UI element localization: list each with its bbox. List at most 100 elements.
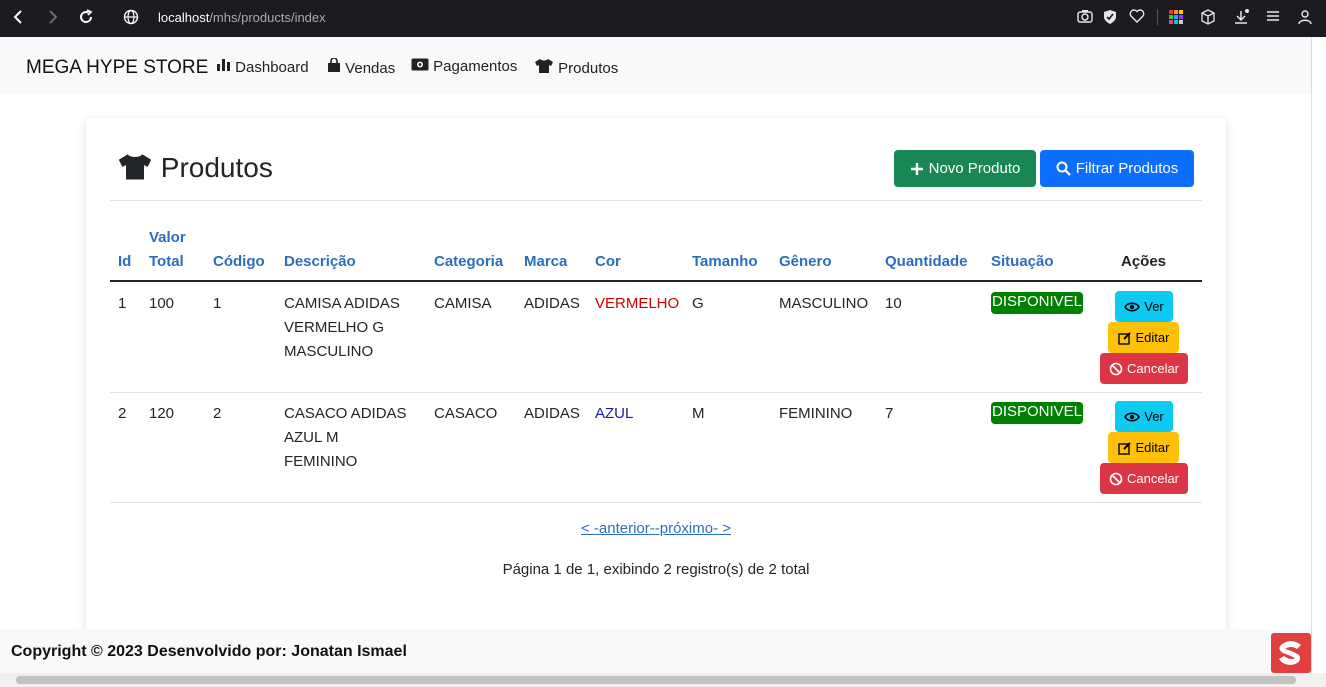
menu-icon[interactable]: [1266, 9, 1280, 26]
cell-tamanho: M: [692, 405, 705, 422]
nav-item-label: Produtos: [558, 60, 619, 77]
row-divider: [110, 502, 1202, 503]
search-icon: [1056, 161, 1071, 176]
screenshot-icon[interactable]: [1077, 9, 1093, 26]
cell-genero: FEMININO: [779, 405, 853, 422]
filter-products-button[interactable]: Filtrar Produtos: [1040, 150, 1194, 187]
main-navbar: MEGA HYPE STORE Dashboard Vendas Pagamen…: [0, 37, 1311, 94]
col-categoria[interactable]: Categoria: [434, 250, 503, 274]
edit-label: Editar: [1135, 440, 1170, 455]
status-badge: DISPONIVEL: [991, 292, 1084, 314]
col-quantidade[interactable]: Quantidade: [885, 250, 968, 274]
app-logo-icon[interactable]: [1271, 633, 1311, 673]
footer-copyright: Copyright © 2023 Desenvolvido por: Jonat…: [11, 643, 407, 660]
divider-icon: [1157, 9, 1159, 28]
cell-descricao-2: VERMELHO G: [284, 319, 385, 336]
cell-quantidade: 7: [885, 405, 894, 422]
cell-tamanho: G: [692, 295, 704, 312]
forward-icon[interactable]: [45, 9, 59, 30]
eye-icon: [1124, 412, 1141, 421]
cancel-button[interactable]: Cancelar: [1100, 353, 1188, 384]
address-bar[interactable]: localhost/mhs/products/index: [158, 10, 326, 25]
url-path: /mhs/products/index: [209, 10, 326, 25]
account-icon[interactable]: [1298, 9, 1312, 28]
edit-button[interactable]: Editar: [1108, 322, 1179, 353]
cell-id: 1: [118, 295, 127, 312]
plus-icon: [910, 162, 923, 175]
cancel-button[interactable]: Cancelar: [1100, 463, 1188, 494]
cell-descricao-1: CASACO ADIDAS: [284, 405, 407, 422]
vertical-scrollbar[interactable]: [1311, 37, 1326, 673]
cancel-label: Cancelar: [1126, 361, 1180, 376]
page-viewport: MEGA HYPE STORE Dashboard Vendas Pagamen…: [0, 37, 1311, 687]
cell-cor: AZUL: [595, 405, 634, 422]
view-button[interactable]: Ver: [1115, 401, 1173, 432]
nav-item-label: Dashboard: [235, 59, 309, 76]
horizontal-scrollbar[interactable]: [0, 673, 1326, 687]
col-acoes: Ações: [1121, 253, 1167, 270]
header-divider: [110, 280, 1202, 282]
nav-item-dashboard[interactable]: Dashboard: [216, 58, 309, 76]
cell-genero: MASCULINO: [779, 295, 869, 312]
col-marca[interactable]: Marca: [524, 250, 567, 274]
nav-item-label: Vendas: [345, 60, 396, 77]
cancel-label: Cancelar: [1126, 471, 1180, 486]
bar-chart-icon: [217, 59, 230, 71]
shirt-icon: [535, 59, 553, 73]
title-divider: [110, 200, 1202, 201]
status-badge: DISPONIVEL: [991, 402, 1084, 424]
products-card: Produtos Novo Produto Filtrar Produtos I…: [86, 118, 1226, 638]
back-icon[interactable]: [12, 9, 26, 30]
col-descricao[interactable]: Descrição: [284, 250, 356, 274]
cell-quantidade: 10: [885, 295, 902, 312]
browser-toolbar: localhost/mhs/products/index: [0, 0, 1326, 37]
col-cor[interactable]: Cor: [595, 250, 621, 274]
brand-logo[interactable]: MEGA HYPE STORE: [26, 57, 208, 79]
col-tamanho[interactable]: Tamanho: [692, 250, 758, 274]
cell-descricao-3: FEMININO: [284, 453, 358, 470]
edit-button[interactable]: Editar: [1108, 432, 1179, 463]
page-title: Produtos: [117, 151, 273, 184]
download-icon[interactable]: [1233, 9, 1249, 28]
col-genero[interactable]: Gênero: [779, 250, 832, 274]
cell-id: 2: [118, 405, 127, 422]
extension-cube-icon[interactable]: [1200, 9, 1216, 28]
cell-marca: ADIDAS: [524, 405, 580, 422]
cell-codigo: 1: [213, 295, 222, 312]
heart-icon[interactable]: [1129, 9, 1145, 26]
edit-icon: [1117, 331, 1131, 345]
cell-categoria: CASACO: [434, 405, 498, 422]
cell-codigo: 2: [213, 405, 222, 422]
row-divider: [110, 392, 1202, 393]
cell-descricao-3: MASCULINO: [284, 343, 374, 360]
col-situacao[interactable]: Situação: [991, 250, 1054, 274]
ban-icon: [1109, 472, 1123, 485]
view-label: Ver: [1144, 299, 1164, 314]
nav-item-produtos[interactable]: Produtos: [534, 58, 618, 77]
cell-valor: 100: [149, 295, 175, 312]
view-button[interactable]: Ver: [1115, 291, 1173, 322]
cell-descricao-1: CAMISA ADIDAS: [284, 295, 400, 312]
col-valor-line2[interactable]: Total: [149, 250, 184, 274]
view-label: Ver: [1144, 409, 1164, 424]
nav-item-label: Pagamentos: [433, 58, 518, 75]
eye-icon: [1124, 302, 1141, 311]
shopping-bag-icon: [328, 57, 340, 72]
nav-item-pagamentos[interactable]: Pagamentos: [411, 58, 517, 75]
new-product-button[interactable]: Novo Produto: [894, 150, 1036, 187]
nav-item-vendas[interactable]: Vendas: [327, 57, 396, 77]
cell-valor: 120: [149, 405, 175, 422]
pagination-links[interactable]: < -anterior--próximo- >: [86, 520, 1226, 537]
apps-grid-icon[interactable]: [1168, 9, 1184, 28]
col-valor-line1[interactable]: Valor: [149, 226, 186, 250]
shirt-icon: [118, 154, 152, 180]
reload-icon[interactable]: [78, 9, 94, 30]
col-codigo[interactable]: Código: [213, 250, 265, 274]
footer: Copyright © 2023 Desenvolvido por: Jonat…: [0, 629, 1311, 673]
cell-descricao-2: AZUL M: [284, 429, 339, 446]
filter-products-label: Filtrar Produtos: [1075, 160, 1179, 177]
col-id[interactable]: Id: [118, 250, 131, 274]
shield-icon[interactable]: [1103, 9, 1117, 28]
new-product-label: Novo Produto: [928, 160, 1021, 177]
cell-categoria: CAMISA: [434, 295, 492, 312]
